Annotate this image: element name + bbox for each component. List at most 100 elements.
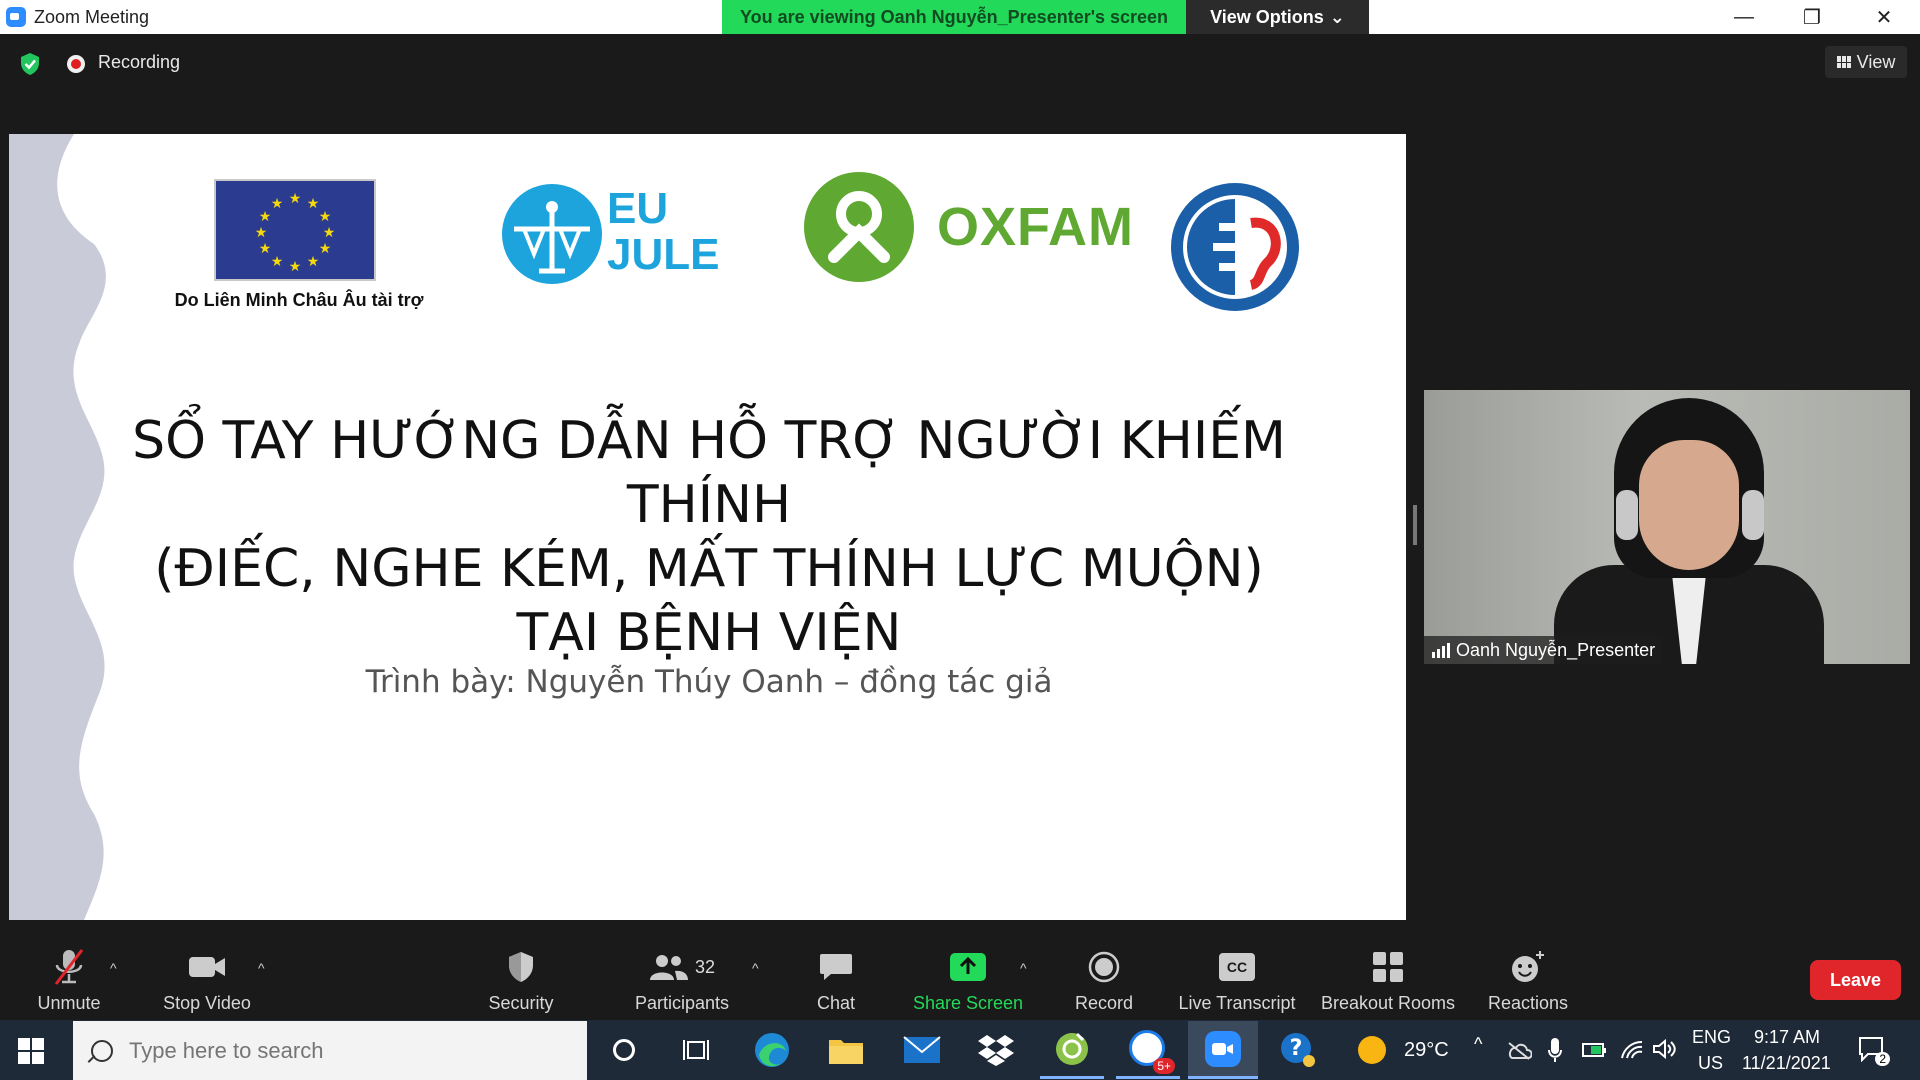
participants-count: 32 bbox=[694, 956, 716, 977]
share-screen-button[interactable]: Share Screen bbox=[908, 940, 1028, 1020]
file-explorer-button[interactable] bbox=[814, 1021, 878, 1079]
help-button[interactable]: ? bbox=[1266, 1021, 1330, 1079]
dropbox-button[interactable] bbox=[964, 1021, 1028, 1079]
slide-subtitle: Trình bày: Nguyễn Thúy Oanh – đồng tác g… bbox=[365, 664, 1053, 700]
zoom-taskbar-button[interactable] bbox=[1188, 1021, 1258, 1079]
svg-text:★: ★ bbox=[307, 254, 320, 270]
participant-name: Oanh Nguyễn_Presenter bbox=[1456, 639, 1656, 660]
headset-right bbox=[1742, 490, 1764, 540]
svg-text:★: ★ bbox=[289, 259, 302, 275]
svg-text:★: ★ bbox=[323, 225, 336, 241]
participant-video-tile[interactable]: Oanh Nguyễn_Presenter bbox=[1424, 390, 1910, 664]
edge-browser-button[interactable] bbox=[740, 1021, 804, 1079]
cortana-circle-icon bbox=[613, 1039, 635, 1061]
taskbar-search-box[interactable] bbox=[73, 1021, 587, 1080]
cortana-button[interactable] bbox=[592, 1021, 656, 1079]
eujule-wordmark: EU JULE bbox=[607, 186, 719, 278]
weather-sun-icon[interactable] bbox=[1358, 1036, 1386, 1064]
panel-resize-handle[interactable] bbox=[1413, 505, 1417, 545]
breakout-rooms-label: Breakout Rooms bbox=[1320, 993, 1456, 1013]
close-window-button[interactable]: ✕ bbox=[1856, 0, 1912, 34]
encryption-shield-icon[interactable] bbox=[18, 52, 42, 76]
volume-icon[interactable] bbox=[1652, 1038, 1676, 1060]
notification-center-button[interactable]: 2 bbox=[1858, 1036, 1890, 1066]
svg-text:★: ★ bbox=[319, 209, 332, 225]
window-title: Zoom Meeting bbox=[34, 6, 150, 27]
onedrive-cloud-icon[interactable] bbox=[1506, 1040, 1532, 1060]
svg-text:★: ★ bbox=[271, 196, 284, 212]
stop-video-label: Stop Video bbox=[163, 993, 251, 1013]
microphone-tray-icon[interactable] bbox=[1548, 1037, 1562, 1063]
oxfam-logo-icon bbox=[804, 172, 914, 282]
zalo-button[interactable]: 5+ bbox=[1116, 1021, 1180, 1079]
breakout-rooms-icon bbox=[1372, 947, 1404, 987]
svg-text:?: ? bbox=[1290, 1036, 1303, 1061]
greenshot-icon bbox=[1056, 1032, 1088, 1065]
svg-text:★: ★ bbox=[319, 241, 332, 257]
security-shield-icon bbox=[507, 947, 535, 987]
record-label: Record bbox=[1074, 993, 1134, 1013]
mail-button[interactable] bbox=[890, 1021, 954, 1079]
restore-button[interactable]: ❐ bbox=[1784, 0, 1840, 34]
battery-icon[interactable] bbox=[1582, 1040, 1608, 1060]
restore-icon: ❐ bbox=[1803, 6, 1821, 29]
taskbar-search-input[interactable] bbox=[129, 1037, 549, 1064]
participant-face bbox=[1639, 440, 1739, 570]
view-layout-button[interactable]: View bbox=[1825, 46, 1907, 78]
record-icon bbox=[1088, 947, 1120, 987]
leave-meeting-button[interactable]: Leave bbox=[1810, 960, 1901, 1000]
reactions-smiley-icon bbox=[1510, 947, 1546, 987]
share-options-caret-icon[interactable]: ^ bbox=[1020, 960, 1027, 976]
security-button[interactable]: Security bbox=[476, 940, 566, 1020]
audio-options-caret-icon[interactable]: ^ bbox=[110, 960, 117, 976]
shared-screen-slide: ★ ★ ★ ★ ★ ★ ★ ★ ★ ★ ★ ★ Do Liên Minh Châu Âu tài… bbox=[9, 134, 1406, 920]
clock-date[interactable]: 11/21/2021 bbox=[1742, 1053, 1831, 1074]
view-options-label: View Options bbox=[1210, 6, 1324, 27]
slide-title: SỔ TAY HƯỚNG DẪN HỖ TRỢ NGƯỜI KHIẾM THÍN… bbox=[109, 409, 1309, 665]
clock-time[interactable]: 9:17 AM bbox=[1754, 1027, 1820, 1048]
svg-text:★: ★ bbox=[255, 225, 268, 241]
slide-title-line-1: SỔ TAY HƯỚNG DẪN HỖ TRỢ NGƯỜI KHIẾM THÍN… bbox=[132, 411, 1286, 535]
muted-microphone-icon bbox=[52, 947, 86, 987]
eujule-line-1: EU bbox=[607, 184, 669, 233]
unmute-label: Unmute bbox=[37, 993, 101, 1013]
closed-caption-icon: CC bbox=[1219, 947, 1255, 987]
chat-button[interactable]: Chat bbox=[800, 940, 872, 1020]
zoom-icon bbox=[1205, 1030, 1241, 1067]
reactions-button[interactable]: Reactions bbox=[1482, 940, 1574, 1020]
notification-count: 2 bbox=[1875, 1052, 1890, 1066]
svg-text:★: ★ bbox=[289, 191, 302, 207]
security-label: Security bbox=[488, 993, 554, 1013]
minimize-button[interactable]: — bbox=[1716, 0, 1772, 34]
live-transcript-button[interactable]: CC Live Transcript bbox=[1172, 940, 1302, 1020]
eu-flag-logo: ★ ★ ★ ★ ★ ★ ★ ★ ★ ★ ★ ★ bbox=[214, 179, 376, 281]
zalo-badge: 5+ bbox=[1153, 1057, 1175, 1074]
breakout-rooms-button[interactable]: Breakout Rooms bbox=[1318, 940, 1458, 1020]
show-hidden-icons-caret[interactable]: ^ bbox=[1474, 1034, 1482, 1055]
greenshot-button[interactable] bbox=[1040, 1021, 1104, 1079]
task-view-icon bbox=[683, 1040, 709, 1060]
recording-label: Recording bbox=[98, 52, 181, 72]
grid-icon bbox=[1836, 56, 1851, 68]
participants-options-caret-icon[interactable]: ^ bbox=[752, 960, 759, 976]
participants-label: Participants bbox=[634, 993, 730, 1013]
live-transcript-label: Live Transcript bbox=[1178, 993, 1296, 1013]
task-view-button[interactable] bbox=[664, 1021, 728, 1079]
record-button[interactable]: Record bbox=[1066, 940, 1142, 1020]
unmute-button[interactable]: Unmute bbox=[24, 940, 114, 1020]
windows-start-icon[interactable] bbox=[18, 1038, 44, 1064]
view-options-button[interactable]: View Options ⌄ bbox=[1186, 0, 1369, 34]
video-options-caret-icon[interactable]: ^ bbox=[258, 960, 265, 976]
participants-button[interactable]: 32 Participants bbox=[622, 940, 742, 1020]
wifi-icon[interactable] bbox=[1620, 1038, 1644, 1060]
input-language[interactable]: ENG bbox=[1692, 1027, 1731, 1048]
video-camera-icon bbox=[188, 947, 226, 987]
view-label: View bbox=[1856, 51, 1896, 72]
participant-name-tag: Oanh Nguyễn_Presenter bbox=[1424, 636, 1664, 664]
close-icon: ✕ bbox=[1875, 6, 1893, 29]
signal-strength-icon bbox=[1432, 642, 1450, 658]
input-region[interactable]: US bbox=[1698, 1053, 1723, 1074]
slide-title-line-2: (ĐIẾC, NGHE KÉM, MẤT THÍNH LỰC MUỘN) bbox=[154, 539, 1264, 599]
stop-video-button[interactable]: Stop Video bbox=[152, 940, 262, 1020]
weather-temperature[interactable]: 29°C bbox=[1404, 1039, 1449, 1062]
